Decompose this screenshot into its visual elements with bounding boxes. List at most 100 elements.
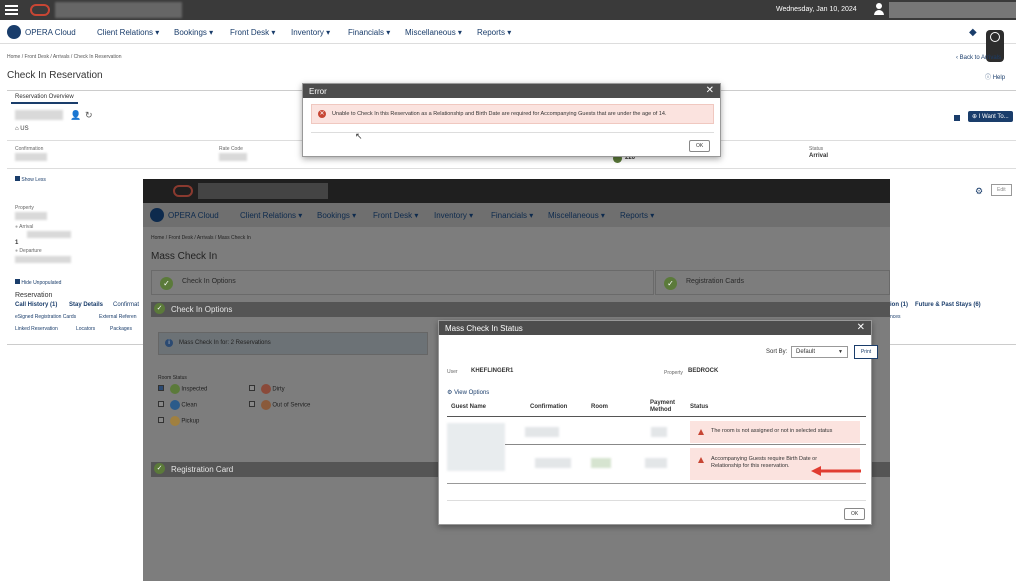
link-linked-reservation[interactable]: Linked Reservation — [15, 326, 58, 332]
col-guest-name[interactable]: Guest Name — [451, 404, 486, 410]
link-preferences[interactable]: nces — [890, 314, 901, 320]
collapse-icon[interactable] — [954, 115, 960, 121]
status-option-clean[interactable]: Clean — [158, 400, 197, 410]
nights-count: 1 — [15, 240, 19, 246]
status-option-out-of-service[interactable]: Out of Service — [249, 400, 310, 410]
link-external-references[interactable]: External Referen — [99, 314, 137, 320]
back-to-arrivals-link[interactable]: ‹ Back to Arrivals — [956, 55, 1001, 61]
status-label: Inspected — [181, 386, 208, 393]
link-future-past-stays[interactable]: Future & Past Stays (6) — [915, 302, 981, 308]
nav-bookings[interactable]: Bookings — [174, 28, 213, 37]
departure-label: ● Departure — [15, 248, 42, 254]
print-button[interactable]: Print — [854, 345, 878, 359]
nav-miscellaneous[interactable]: Miscellaneous — [548, 211, 605, 220]
overlay-nav-bar: OPERA Cloud Client Relations Bookings Fr… — [143, 203, 890, 227]
redacted-room — [591, 458, 611, 468]
country: ⌂ US — [15, 126, 29, 132]
link-call-history[interactable]: Call History (1) — [15, 302, 57, 308]
redacted-departure-date — [15, 256, 71, 263]
breadcrumb[interactable]: Home / Front Desk / Arrivals / Check In … — [7, 54, 121, 60]
ok-button[interactable]: OK — [844, 508, 866, 520]
hide-unpopulated-link[interactable]: Hide Unpopulated — [15, 279, 61, 286]
link-locators[interactable]: Locators — [76, 326, 95, 332]
show-less-link[interactable]: Show Less — [15, 176, 46, 183]
col-room[interactable]: Room — [591, 404, 608, 410]
link-esigned-registration-cards[interactable]: eSigned Registration Cards — [15, 314, 76, 320]
error-dialog-header: Error ✕ — [303, 84, 720, 98]
nav-financials[interactable]: Financials — [491, 211, 533, 220]
link-stay-details[interactable]: Stay Details — [69, 302, 103, 308]
status-message: The room is not assigned or not in selec… — [711, 428, 833, 434]
nav-miscellaneous[interactable]: Miscellaneous — [405, 28, 462, 37]
step-check-in-options[interactable]: ✓ Check In Options — [151, 270, 654, 295]
help-icon: ⓘ — [985, 75, 992, 81]
redacted-header — [198, 183, 328, 199]
gear-icon[interactable]: ⚙ — [975, 186, 983, 197]
section-check-in-options[interactable]: ✓ Check In Options — [151, 302, 890, 317]
col-status[interactable]: Status — [690, 404, 708, 410]
warning-icon — [698, 457, 704, 463]
nav-financials[interactable]: Financials — [348, 28, 390, 37]
page-title: Check In Reservation — [7, 70, 103, 81]
i-want-to-button[interactable]: ⊕ I Want To... — [968, 111, 1013, 122]
tab-reservation-overview[interactable]: Reservation Overview — [11, 92, 78, 104]
edit-button[interactable]: Edit — [991, 184, 1012, 196]
status-dialog-header: Mass Check In Status ✕ — [439, 321, 871, 335]
divider — [505, 444, 866, 445]
col-confirmation[interactable]: Confirmation — [530, 404, 567, 410]
step-registration-cards[interactable]: ✓ Registration Cards — [655, 270, 890, 295]
checkbox-checked[interactable] — [158, 384, 164, 391]
refresh-icon[interactable]: ↻ — [85, 110, 93, 121]
error-icon: ✕ — [318, 110, 326, 118]
link-accompanying[interactable]: ion (1) — [890, 302, 908, 308]
link-confirmation[interactable]: Confirmat — [113, 302, 139, 308]
nav-front-desk[interactable]: Front Desk — [373, 211, 418, 220]
property-label: Property — [15, 205, 34, 211]
status-option-pickup[interactable]: Pickup — [158, 416, 199, 426]
status-cell: The room is not assigned or not in selec… — [690, 421, 860, 443]
nav-reports[interactable]: Reports — [620, 211, 654, 220]
arrival-label: ● Arrival — [15, 224, 34, 230]
nav-inventory[interactable]: Inventory — [291, 28, 330, 37]
close-icon[interactable]: ✕ — [706, 85, 714, 96]
redacted-guest-name — [447, 423, 505, 471]
help-link[interactable]: ⓘ Help — [985, 72, 1005, 81]
annotation-arrow-svg — [811, 466, 861, 476]
sort-by-select[interactable]: Default ▼ — [791, 346, 848, 358]
nav-bookings[interactable]: Bookings — [317, 211, 356, 220]
status-label: Clean — [181, 402, 198, 409]
nav-inventory[interactable]: Inventory — [434, 211, 473, 220]
overlay-breadcrumb[interactable]: Home / Front Desk / Arrivals / Mass Chec… — [151, 235, 251, 241]
checkbox[interactable] — [249, 384, 255, 391]
ok-button[interactable]: OK — [689, 140, 711, 152]
checkbox[interactable] — [158, 400, 164, 407]
room-status-label: Room Status — [158, 375, 187, 381]
checkbox[interactable] — [249, 400, 255, 407]
nav-front-desk[interactable]: Front Desk — [230, 28, 275, 37]
close-icon[interactable]: ✕ — [857, 322, 865, 333]
view-options-link[interactable]: ⚙ View Options — [447, 389, 489, 396]
divider — [7, 168, 1016, 169]
table-row[interactable]: The room is not assigned or not in selec… — [505, 421, 866, 443]
nav-client-relations[interactable]: Client Relations — [97, 28, 159, 37]
reservation-section-title: Reservation — [15, 292, 53, 299]
opera-cloud-logo-icon — [150, 208, 164, 222]
back-link-label: Back to Arrivals — [959, 55, 1002, 61]
col-payment-method[interactable]: Payment Method — [650, 400, 678, 414]
status-option-dirty[interactable]: Dirty — [249, 384, 285, 394]
nav-reports[interactable]: Reports — [477, 28, 511, 37]
user-icon[interactable] — [874, 3, 884, 15]
i-want-to-label: I Want To... — [978, 114, 1009, 120]
redacted-guest-name — [15, 110, 63, 120]
pin-icon[interactable]: ◆ — [969, 27, 977, 38]
add-icon: ⊕ — [972, 114, 978, 120]
status-option-inspected[interactable]: Inspected — [158, 384, 207, 394]
step-label: Check In Options — [182, 278, 236, 285]
user-label: User — [447, 369, 458, 375]
overlay-page-title: Mass Check In — [151, 251, 218, 262]
checkbox[interactable] — [158, 416, 164, 423]
show-less-label: Show Less — [21, 177, 46, 183]
nav-client-relations[interactable]: Client Relations — [240, 211, 302, 220]
hamburger-menu-icon[interactable] — [5, 5, 18, 15]
link-packages[interactable]: Packages — [110, 326, 132, 332]
